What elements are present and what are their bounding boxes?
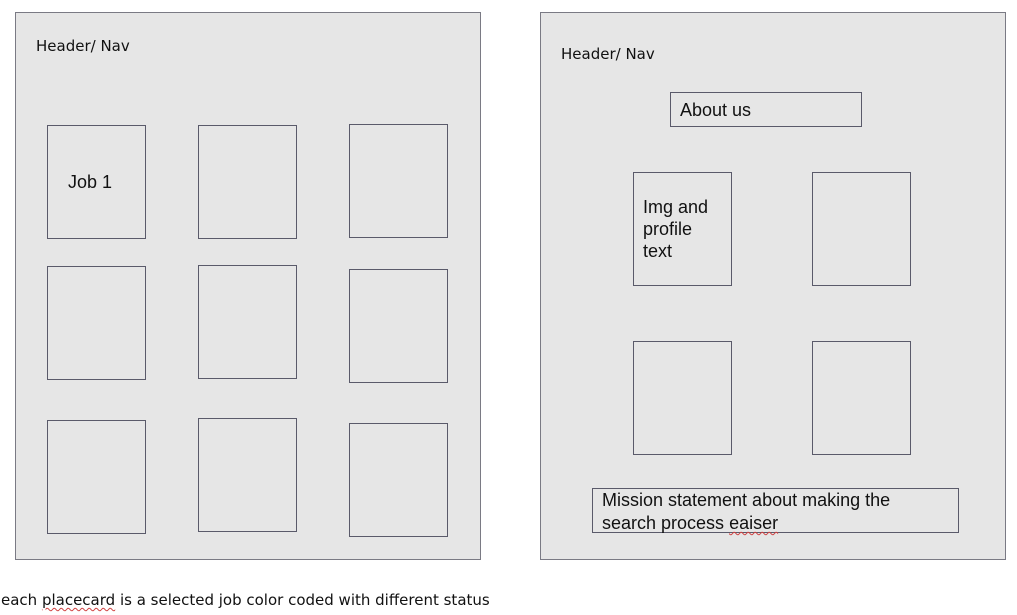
mission-statement-misspelled-word: eaiser [729, 513, 779, 533]
profile-card-1-label: Img and profile text [643, 197, 709, 261]
job-card-3 [349, 124, 448, 238]
left-header-nav-label: Header/ Nav [36, 37, 130, 55]
caption-misspelled-word: placecard [41, 591, 116, 609]
job-card-6 [349, 269, 448, 383]
profile-card-2 [812, 172, 911, 286]
job-card-4 [47, 266, 146, 380]
caption-text-end: is a selected job color coded with diffe… [115, 591, 490, 609]
mission-statement-text: Mission statement about making the searc… [602, 489, 932, 535]
about-us-label: About us [680, 100, 752, 120]
job-card-2 [198, 125, 297, 239]
profile-card-4 [812, 341, 911, 455]
job-card-7 [47, 420, 146, 534]
job-card-5 [198, 265, 297, 379]
profile-card-3 [633, 341, 732, 455]
caption-text-start: each [1, 591, 42, 609]
job-card-9 [349, 423, 448, 537]
right-header-nav-label: Header/ Nav [561, 45, 655, 63]
wireframe-caption: each placecard is a selected job color c… [1, 591, 490, 609]
job-card-1-label: Job 1 [68, 172, 113, 192]
job-card-8 [198, 418, 297, 532]
